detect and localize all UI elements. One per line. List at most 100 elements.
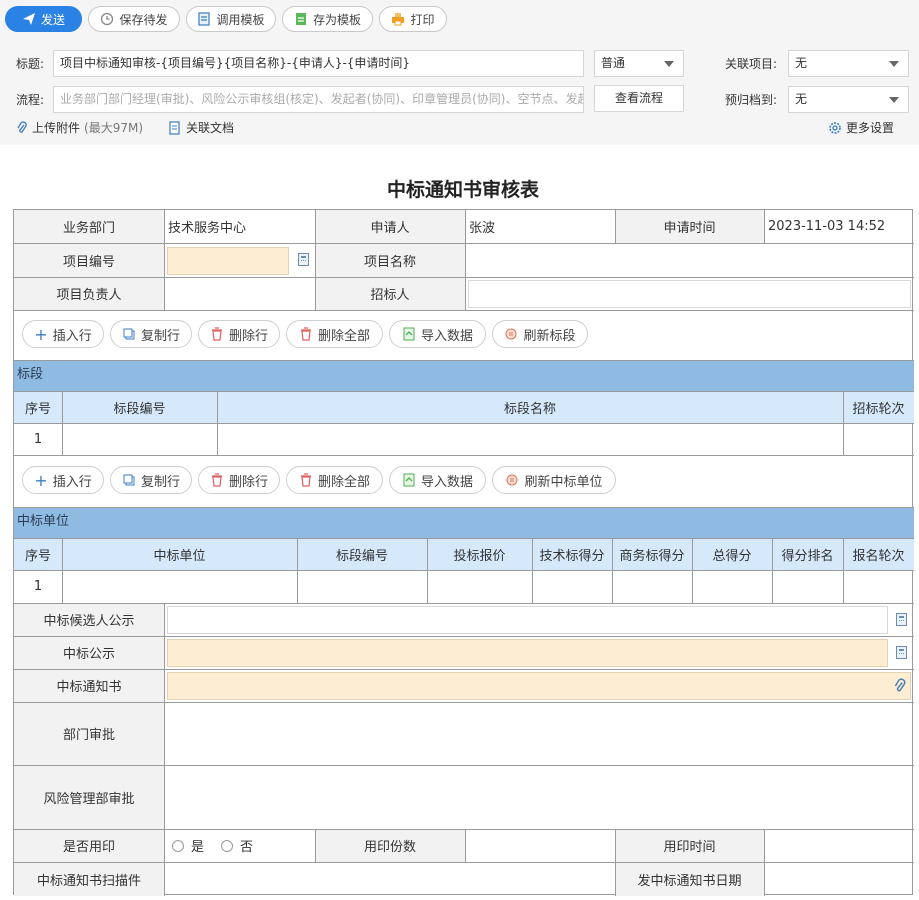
print-button[interactable]: 打印 (379, 6, 447, 32)
chevron-down-icon (889, 97, 899, 103)
related-document-link[interactable]: 关联文档 (168, 119, 234, 136)
column-header: 标段名称 (217, 391, 843, 423)
delete-row-label: 删除行 (228, 474, 268, 490)
delete-row-button[interactable]: 删除行 (198, 320, 280, 348)
delete-row-button[interactable]: 删除行 (198, 466, 280, 494)
applicant-value: 张波 (469, 221, 496, 236)
print-label: 打印 (410, 12, 435, 27)
grid-line (14, 669, 914, 670)
dept-value: 技术服务中心 (168, 221, 247, 236)
grid-line (615, 210, 616, 243)
use-template-label: 调用模板 (216, 12, 265, 27)
priority-select[interactable]: 普通 (594, 50, 684, 77)
refresh-sections-label: 刷新标段 (523, 328, 576, 344)
grid-line (217, 391, 218, 455)
save-template-button[interactable]: 存为模板 (282, 6, 373, 32)
delete-all-button[interactable]: 删除全部 (286, 466, 383, 494)
audit-form: 业务部门 技术服务中心 申请人 张波 申请时间 2023-11-03 14:52… (13, 209, 914, 896)
project-name-label: 项目名称 (315, 243, 465, 277)
form-title: 中标通知书审核表 (386, 179, 539, 201)
dept-approval-area[interactable] (164, 702, 914, 765)
row-index: 1 (33, 431, 43, 447)
grid-line (612, 538, 613, 603)
calculator-icon[interactable] (298, 253, 309, 266)
grid-line (764, 210, 765, 243)
document-icon (169, 120, 180, 135)
grid-line (14, 636, 914, 637)
grid-line (843, 538, 844, 603)
candidate-notice-input[interactable] (167, 606, 888, 634)
refresh-icon (505, 328, 517, 340)
title-input[interactable]: 项目中标通知审核-{项目编号}{项目名称}-{申请人}-{申请时间} (53, 50, 584, 77)
import-data-button[interactable]: 导入数据 (389, 320, 486, 348)
grid-line (62, 391, 63, 455)
column-header: 中标单位 (62, 538, 297, 570)
calculator-icon[interactable] (896, 613, 907, 626)
delete-all-label: 删除全部 (317, 474, 370, 490)
import-data-button[interactable]: 导入数据 (389, 466, 486, 494)
row-index: 1 (33, 579, 43, 594)
grid-line (465, 210, 466, 310)
candidate-notice-label: 中标候选人公示 (14, 603, 164, 636)
grid-line (427, 538, 428, 603)
archive-select[interactable]: 无 (788, 86, 909, 113)
view-flow-button[interactable]: 查看流程 (594, 85, 684, 112)
delete-all-button[interactable]: 删除全部 (286, 320, 383, 348)
send-icon (22, 13, 35, 25)
grid-line (14, 570, 914, 571)
trash-icon (211, 327, 222, 341)
radio-yes[interactable] (172, 839, 184, 852)
grid-line (843, 391, 844, 455)
radio-yes-label: 是 (191, 840, 205, 855)
paperclip-icon[interactable] (893, 678, 907, 694)
use-template-button[interactable]: 调用模板 (186, 6, 276, 32)
grid-line (14, 862, 914, 863)
grid-line (14, 310, 914, 311)
column-header: 投标报价 (427, 538, 532, 570)
insert-row-button[interactable]: + 插入行 (22, 320, 104, 348)
upload-attachment-link[interactable]: 上传附件 (最大97M) (16, 119, 143, 136)
copy-row-button[interactable]: 复制行 (110, 466, 192, 494)
grid-line (14, 538, 914, 539)
award-letter-attachment[interactable] (167, 672, 911, 700)
grid-line (14, 243, 914, 244)
refresh-winners-label: 刷新中标单位 (524, 474, 603, 490)
column-header: 得分排名 (772, 538, 843, 570)
related-project-select[interactable]: 无 (788, 50, 909, 77)
excel-import-icon (403, 473, 415, 487)
import-data-label: 导入数据 (420, 328, 473, 344)
grid-line (532, 538, 533, 603)
flow-input[interactable]: 业务部门部门经理(审批)、风险公示审核组(核定)、发起者(协同)、印章管理员(协… (53, 86, 584, 113)
column-header: 序号 (14, 538, 62, 570)
use-seal-radio-group: 是 否 (164, 829, 315, 862)
insert-row-button[interactable]: + 插入行 (22, 466, 104, 494)
save-draft-button[interactable]: 保存待发 (88, 6, 180, 32)
top-toolbar-area: 发送 保存待发 调用模板 存为模板 打印 标题: 项目中标通知审核-{项目编号}… (0, 0, 919, 145)
grid-line (315, 210, 316, 310)
tenderer-input[interactable] (468, 280, 911, 308)
related-project-value: 无 (795, 56, 808, 70)
refresh-icon (506, 474, 518, 486)
risk-approval-label: 风险管理部审批 (14, 765, 164, 829)
project-no-input[interactable] (167, 247, 289, 275)
import-data-label: 导入数据 (420, 474, 473, 490)
radio-no[interactable] (221, 839, 234, 852)
grid-line (164, 603, 165, 896)
refresh-sections-button[interactable]: 刷新标段 (492, 320, 588, 348)
refresh-winners-button[interactable]: 刷新中标单位 (492, 466, 616, 494)
column-header: 标段编号 (62, 391, 217, 423)
save-draft-label: 保存待发 (119, 12, 168, 27)
calculator-icon[interactable] (896, 646, 907, 659)
delete-row-label: 删除行 (228, 328, 268, 344)
risk-approval-area[interactable] (164, 765, 914, 829)
award-notice-input[interactable] (167, 639, 888, 667)
related-doc-label: 关联文档 (186, 121, 235, 135)
dept-approval-label: 部门审批 (14, 702, 164, 765)
plus-icon: + (34, 470, 48, 490)
save-template-icon (295, 13, 306, 25)
copy-row-button[interactable]: 复制行 (110, 320, 192, 348)
more-settings-link[interactable]: 更多设置 (828, 119, 894, 136)
excel-import-icon (403, 327, 415, 341)
column-header: 标段编号 (297, 538, 427, 570)
send-button[interactable]: 发送 (5, 6, 82, 32)
